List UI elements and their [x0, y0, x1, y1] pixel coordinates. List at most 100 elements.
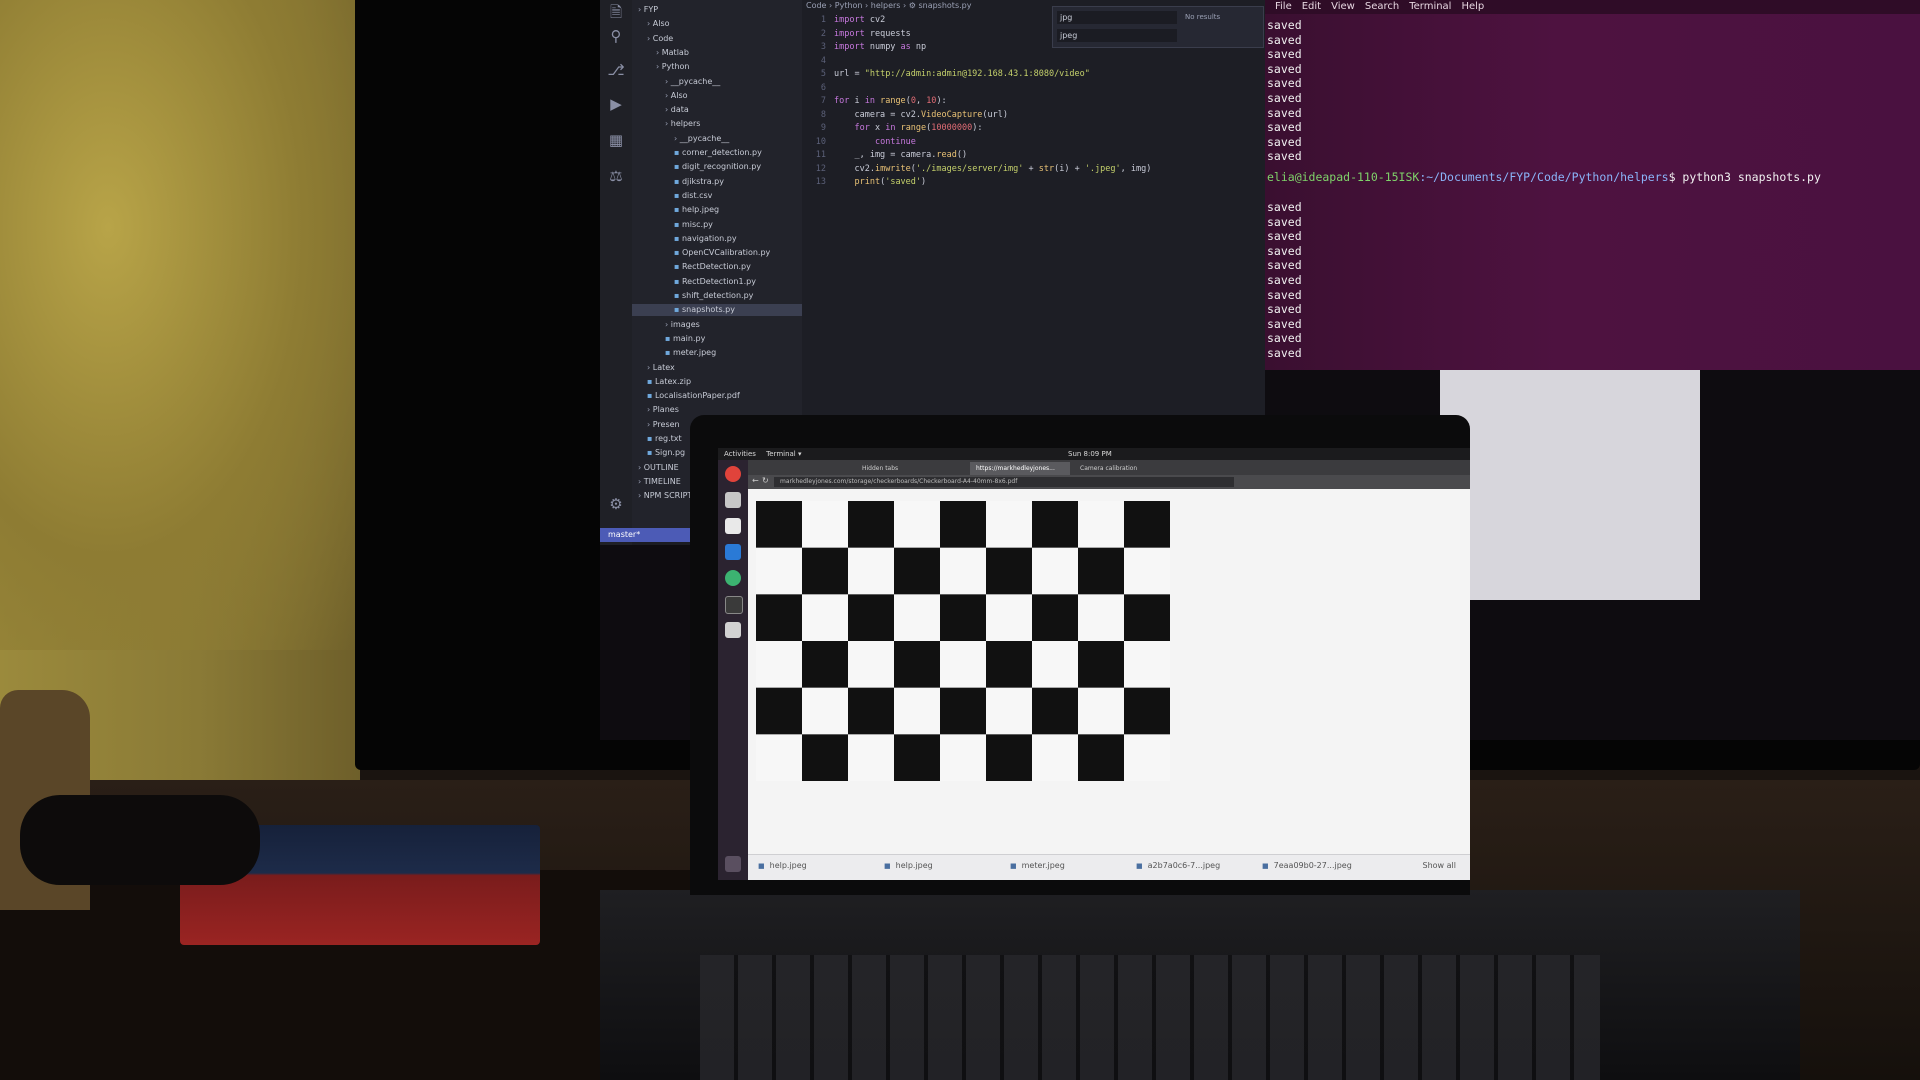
folder-item[interactable]: › Also [632, 18, 802, 30]
code-line[interactable]: 9 for x in range(10000000): [808, 122, 983, 134]
code-line[interactable]: 12 cv2.imwrite('./images/server/img' + s… [808, 163, 1152, 175]
file-item[interactable]: ▪ misc.py [632, 219, 802, 231]
menu-item-help[interactable]: Help [1461, 0, 1484, 14]
file-item[interactable]: ▪ dist.csv [632, 190, 802, 202]
code-line[interactable]: 2 import requests [808, 28, 911, 40]
folder-item[interactable]: › __pycache__ [632, 133, 802, 145]
menu-item-terminal[interactable]: Terminal [1409, 0, 1451, 14]
browser-tab[interactable]: https://markhedleyjones... [970, 462, 1070, 475]
checker-square [802, 547, 849, 595]
checkerboard-pattern [756, 501, 1170, 781]
pdf-viewer[interactable] [748, 489, 1470, 854]
file-item[interactable]: ▪ help.jpeg [632, 204, 802, 216]
menu-item-view[interactable]: View [1331, 0, 1355, 14]
file-item[interactable]: ▪ Latex.zip [632, 376, 802, 388]
reload-icon[interactable]: ↻ [762, 476, 769, 485]
folder-item[interactable]: › __pycache__ [632, 76, 802, 88]
file-item[interactable]: ▪ RectDetection1.py [632, 276, 802, 288]
menu-item-file[interactable]: File [1275, 0, 1292, 14]
git-branch-status[interactable]: master* [600, 528, 690, 542]
find-input[interactable]: jpg [1057, 11, 1177, 24]
whatsapp-icon[interactable] [725, 570, 741, 586]
code-token: imwrite [874, 163, 911, 174]
vscode-icon[interactable] [725, 544, 741, 560]
file-icon: ▪ [674, 276, 682, 286]
replace-input[interactable]: jpeg [1057, 29, 1177, 42]
code-line[interactable]: 8 camera = cv2.VideoCapture(url) [808, 109, 1008, 121]
chrome-icon[interactable] [725, 466, 741, 482]
search-icon[interactable]: ⚲ [606, 26, 626, 46]
download-item[interactable]: help.jpeg [758, 861, 807, 870]
file-item[interactable]: ▪ djikstra.py [632, 176, 802, 188]
file-item[interactable]: ▪ main.py [632, 333, 802, 345]
back-icon[interactable]: ← [752, 476, 759, 485]
gear-icon[interactable]: ⚙ [606, 494, 626, 514]
folder-item[interactable]: › FYP [632, 4, 802, 16]
folder-item[interactable]: › data [632, 104, 802, 116]
files-icon[interactable] [725, 492, 741, 508]
file-icon: ▪ [647, 434, 655, 443]
terminal-icon[interactable] [725, 596, 743, 614]
folder-item[interactable]: › Code [632, 33, 802, 45]
checker-square [1124, 501, 1170, 549]
download-item[interactable]: 7eaa09b0-27...jpeg [1262, 861, 1352, 870]
file-item[interactable]: ▪ shift_detection.py [632, 290, 802, 302]
code-line[interactable]: 3 import numpy as np [808, 41, 926, 53]
folder-item[interactable]: › Latex [632, 362, 802, 374]
code-token: ): [936, 96, 947, 106]
folder-item[interactable]: › helpers [632, 118, 802, 130]
folder-item[interactable]: › Matlab [632, 47, 802, 59]
show-all-button[interactable]: Show all [1423, 861, 1456, 870]
app-icon[interactable] [725, 622, 741, 638]
app-menu[interactable]: Terminal ▾ [766, 450, 801, 458]
code-line[interactable]: 13 print('saved') [808, 176, 926, 188]
clock[interactable]: Sun 8:09 PM [1068, 448, 1112, 460]
folder-item[interactable]: › images [632, 319, 802, 331]
file-item[interactable]: ▪ navigation.py [632, 233, 802, 245]
menu-item-edit[interactable]: Edit [1302, 0, 1321, 14]
file-item[interactable]: ▪ OpenCVCalibration.py [632, 247, 802, 259]
browser-tab[interactable] [752, 462, 852, 475]
address-bar[interactable]: markhedleyjones.com/storage/checkerboard… [774, 477, 1234, 487]
source-control-icon[interactable]: ⎇ [606, 60, 626, 80]
browser-tab[interactable] [1178, 462, 1268, 475]
line-number: 12 [815, 163, 826, 174]
checker-square [756, 594, 803, 642]
download-item[interactable]: a2b7a0c6-7...jpeg [1136, 861, 1221, 870]
show-apps-icon[interactable] [725, 856, 741, 872]
explorer-icon[interactable]: 🗎 [606, 2, 626, 22]
file-item[interactable]: ▪ meter.jpeg [632, 347, 802, 359]
file-item[interactable]: ▪ digit_recognition.py [632, 161, 802, 173]
run-debug-icon[interactable]: ▶ [606, 94, 626, 114]
code-line[interactable]: 11 _, img = camera.read() [808, 149, 967, 161]
browser-tab[interactable]: Hidden tabs [856, 462, 966, 475]
code-line[interactable]: 7 for i in range(0, 10): [808, 95, 947, 107]
extensions-icon[interactable]: ▦ [606, 130, 626, 150]
code-line[interactable]: 6 [808, 82, 834, 94]
file-item[interactable]: ▪ corner_detection.py [632, 147, 802, 159]
download-item[interactable]: help.jpeg [884, 861, 933, 870]
file-item[interactable]: ▪ LocalisationPaper.pdf [632, 390, 802, 402]
download-item[interactable]: meter.jpeg [1010, 861, 1065, 870]
file-item[interactable]: ▪ snapshots.py [632, 304, 802, 317]
find-result-count: No results [1185, 13, 1221, 21]
activities-button[interactable]: Activities [724, 450, 756, 458]
testing-icon[interactable]: ⚖ [606, 166, 626, 186]
folder-item[interactable]: › Python [632, 61, 802, 73]
tree-item-label: __pycache__ [670, 76, 721, 86]
code-line[interactable]: 10 continue [808, 136, 916, 148]
file-item[interactable]: ▪ RectDetection.py [632, 261, 802, 273]
browser-tab[interactable]: Camera calibration [1074, 462, 1174, 475]
checker-square [940, 687, 987, 735]
terminal-window[interactable]: File Edit View Search Terminal Help saved save… [1265, 0, 1920, 370]
tree-item-label: meter.jpeg [672, 348, 717, 358]
output-line: saved [1267, 258, 1302, 273]
code-line[interactable]: 1 import cv2 [808, 14, 885, 26]
code-line[interactable]: 5 url = "http://admin:admin@192.168.43.1:… [808, 68, 1090, 80]
text-editor-icon[interactable] [725, 518, 741, 534]
folder-item[interactable]: › Also [632, 90, 802, 102]
output-line: saved [1267, 316, 1302, 331]
menu-item-search[interactable]: Search [1365, 0, 1399, 14]
code-line[interactable]: 4 [808, 55, 834, 67]
checker-square [1032, 687, 1079, 735]
